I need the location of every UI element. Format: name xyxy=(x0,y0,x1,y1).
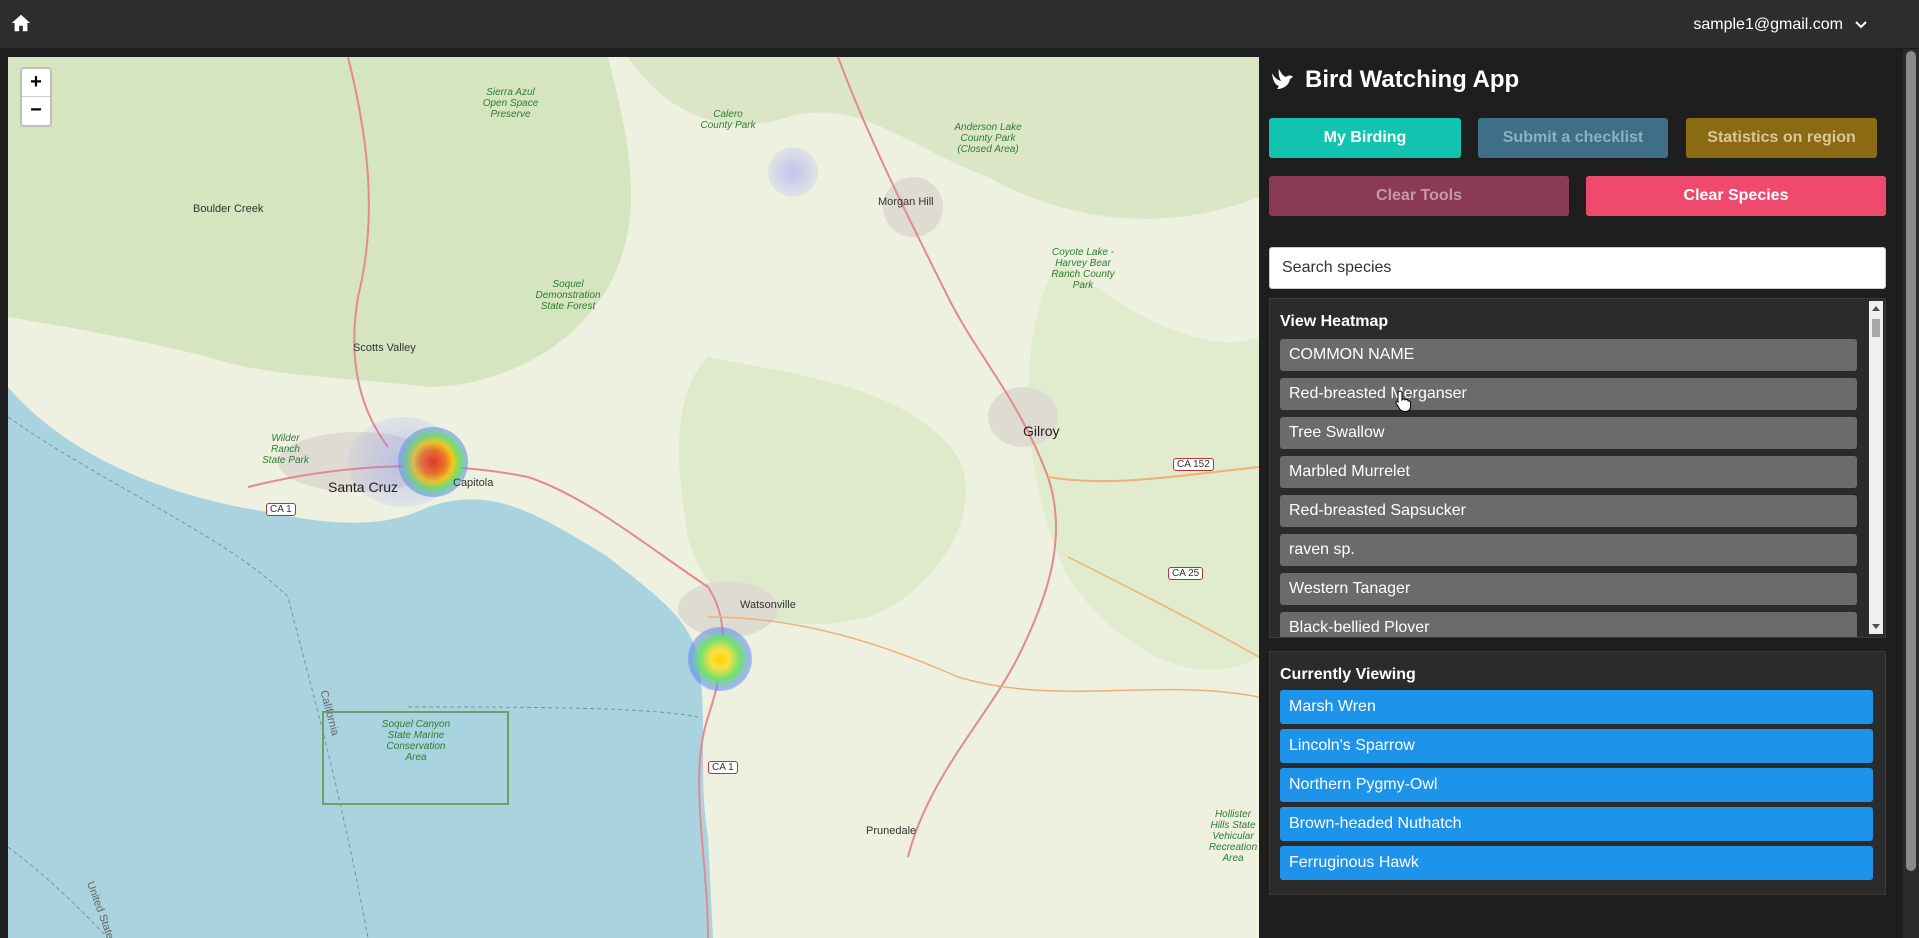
app-title-text: Bird Watching App xyxy=(1305,66,1520,93)
place-label-capitola: Capitola xyxy=(453,477,494,489)
species-search-input[interactable] xyxy=(1269,247,1886,289)
place-label-watsonville: Watsonville xyxy=(740,599,796,611)
park-label-hollister: Hollister Hills State Vehicular Recreati… xyxy=(1208,809,1258,864)
user-menu[interactable]: sample1@gmail.com xyxy=(1693,16,1869,34)
place-label-santa-cruz: Santa Cruz xyxy=(328,479,399,495)
selected-species-item[interactable]: Marsh Wren xyxy=(1280,690,1873,724)
place-label-scotts-valley: Scotts Valley xyxy=(353,342,416,354)
scroll-up-arrow-icon[interactable] xyxy=(1872,306,1880,311)
park-label-soquel-forest: Soquel Demonstration State Forest xyxy=(535,279,601,312)
species-list-item[interactable]: Black-bellied Plover xyxy=(1280,612,1857,637)
statistics-button[interactable]: Statistics on region xyxy=(1686,118,1877,158)
species-list-item[interactable]: Western Tanager xyxy=(1280,573,1857,605)
place-label-morgan-hill: Morgan Hill xyxy=(878,196,934,208)
home-icon[interactable] xyxy=(10,12,32,34)
place-label-gilroy: Gilroy xyxy=(1023,423,1060,439)
map-tiles xyxy=(8,57,1259,938)
heatmap-list-scrollbar[interactable] xyxy=(1869,301,1883,634)
clear-species-button[interactable]: Clear Species xyxy=(1586,176,1886,216)
user-email: sample1@gmail.com xyxy=(1693,16,1843,33)
my-birding-button[interactable]: My Birding xyxy=(1269,118,1461,158)
scroll-thumb[interactable] xyxy=(1872,319,1880,337)
map-zoom-control: + − xyxy=(20,67,52,127)
clear-tools-button[interactable]: Clear Tools xyxy=(1269,176,1569,216)
selected-species-item[interactable]: Lincoln's Sparrow xyxy=(1280,729,1873,763)
chevron-down-icon xyxy=(1855,21,1867,29)
species-list-item[interactable]: Red-breasted Merganser xyxy=(1280,378,1857,410)
heatmap-hotspot xyxy=(688,627,752,691)
park-label-coyote: Coyote Lake - Harvey Bear Ranch County P… xyxy=(1051,247,1115,291)
place-label-boulder-creek: Boulder Creek xyxy=(193,203,264,215)
page-scrollbar[interactable] xyxy=(1903,49,1919,938)
zoom-in-button[interactable]: + xyxy=(22,69,50,97)
highway-shield: CA 152 xyxy=(1173,458,1214,471)
highway-shield: CA 25 xyxy=(1168,567,1204,580)
currently-viewing-panel: Currently Viewing Marsh Wren Lincoln's S… xyxy=(1269,651,1886,895)
top-navbar: sample1@gmail.com xyxy=(0,0,1919,49)
park-label-calero: Calero County Park xyxy=(700,109,756,131)
submit-checklist-button[interactable]: Submit a checklist xyxy=(1478,118,1668,158)
place-label-prunedale: Prunedale xyxy=(866,825,917,837)
page-scroll-thumb[interactable] xyxy=(1906,51,1916,871)
park-label-soquel-canyon: Soquel Canyon State Marine Conservation … xyxy=(381,719,451,763)
selected-species-item[interactable]: Northern Pygmy-Owl xyxy=(1280,768,1873,802)
view-heatmap-title: View Heatmap xyxy=(1280,313,1389,330)
park-label-sierra-azul: Sierra Azul Open Space Preserve xyxy=(482,87,539,120)
species-list-item[interactable]: COMMON NAME xyxy=(1280,339,1857,371)
selected-species-item[interactable]: Ferruginous Hawk xyxy=(1280,846,1873,880)
app-title: Bird Watching App xyxy=(1269,66,1519,94)
currently-viewing-title: Currently Viewing xyxy=(1280,666,1416,683)
scroll-down-arrow-icon[interactable] xyxy=(1872,624,1880,629)
dove-icon xyxy=(1272,69,1293,89)
highway-shield: CA 1 xyxy=(266,503,296,516)
species-list-item[interactable]: Tree Swallow xyxy=(1280,417,1857,449)
species-list-item[interactable]: Red-breasted Sapsucker xyxy=(1280,495,1857,527)
species-list-item[interactable]: raven sp. xyxy=(1280,534,1857,566)
park-label-wilder: Wilder Ranch State Park xyxy=(262,433,309,466)
highway-shield: CA 1 xyxy=(708,761,738,774)
zoom-out-button[interactable]: − xyxy=(22,97,50,125)
species-list-item[interactable]: Marbled Murrelet xyxy=(1280,456,1857,488)
heatmap-hotspot xyxy=(768,147,818,197)
selected-species-item[interactable]: Brown-headed Nuthatch xyxy=(1280,807,1873,841)
view-heatmap-panel: View Heatmap COMMON NAME Red-breasted Me… xyxy=(1269,298,1886,638)
park-label-anderson: Anderson Lake County Park (Closed Area) xyxy=(954,122,1022,155)
map-view[interactable]: Boulder Creek Scotts Valley Santa Cruz C… xyxy=(8,57,1259,938)
